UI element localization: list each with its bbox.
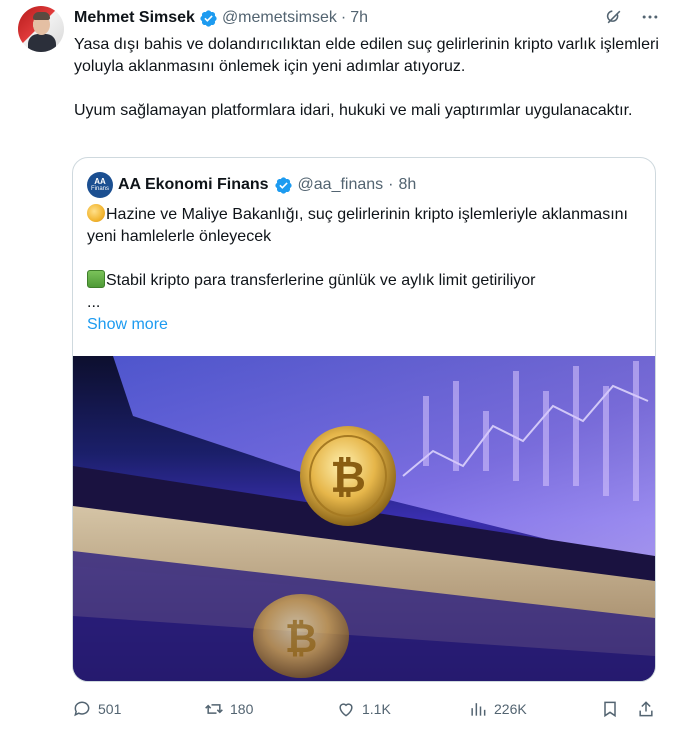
quoted-tweet[interactable]: AA Finans AA Ekonomi Finans @aa_finans ·… <box>72 157 656 682</box>
quoted-timestamp[interactable]: 8h <box>399 176 417 194</box>
tweet-paragraph: Yasa dışı bahis ve dolandırıcılıktan eld… <box>74 36 659 75</box>
tweet[interactable]: Mehmet Simsek @memetsimsek · 7h Yasa dış… <box>0 0 688 729</box>
tweet-header: Mehmet Simsek @memetsimsek · 7h <box>74 7 368 29</box>
reply-icon <box>74 701 90 717</box>
views-icon <box>471 703 486 716</box>
repost-icon <box>205 704 223 714</box>
quoted-author-name[interactable]: AA Ekonomi Finans <box>118 176 269 194</box>
separator-dot: · <box>340 9 347 26</box>
tweet-paragraph: Uyum sağlamayan platformlara idari, huku… <box>74 102 633 119</box>
share-button[interactable] <box>636 697 656 721</box>
bookmark-icon <box>604 701 616 718</box>
svg-text:₿: ₿ <box>330 452 366 503</box>
timestamp[interactable]: 7h <box>350 9 368 27</box>
avatar-logo-text: AA <box>94 177 106 186</box>
like-button[interactable]: 1.1K <box>336 697 391 721</box>
separator-dot: · <box>388 176 394 193</box>
money-emoji-icon <box>87 270 105 288</box>
quoted-ellipsis: ... <box>87 294 101 311</box>
quoted-tweet-text: Hazine ve Maliye Bakanlığı, suç gelirler… <box>87 204 647 314</box>
show-more-link[interactable]: Show more <box>87 316 168 334</box>
avatar[interactable] <box>18 6 64 52</box>
quoted-line-1: Hazine ve Maliye Bakanlığı, suç gelirler… <box>87 206 628 245</box>
author-name[interactable]: Mehmet Simsek <box>74 9 195 27</box>
grok-icon[interactable] <box>604 7 624 27</box>
coin-emoji-icon <box>87 204 105 222</box>
like-icon <box>339 703 353 717</box>
tweet-text: Yasa dışı bahis ve dolandırıcılıktan eld… <box>74 34 664 144</box>
header-actions <box>604 7 660 27</box>
views-count: 226K <box>494 701 527 717</box>
verified-badge-icon <box>200 9 217 27</box>
quoted-media-image[interactable]: ₿ ₿ <box>73 356 655 681</box>
svg-text:₿: ₿ <box>285 616 318 662</box>
tweet-actions: 501 180 1.1K 226K <box>72 697 662 721</box>
repost-button[interactable]: 180 <box>204 697 253 721</box>
more-icon[interactable] <box>640 7 660 27</box>
quoted-tweet-header: AA Finans AA Ekonomi Finans @aa_finans ·… <box>87 172 416 198</box>
author-handle[interactable]: @memetsimsek <box>222 9 337 27</box>
avatar-logo-subtext: Finans <box>90 186 109 192</box>
quoted-avatar[interactable]: AA Finans <box>87 172 113 198</box>
share-icon <box>639 701 653 717</box>
like-count: 1.1K <box>362 701 391 717</box>
quoted-line-2: Stabil kripto para transferlerine günlük… <box>106 272 536 289</box>
reply-button[interactable]: 501 <box>72 697 121 721</box>
bookmark-button[interactable] <box>600 697 620 721</box>
quoted-author-handle[interactable]: @aa_finans <box>298 176 384 194</box>
repost-count: 180 <box>230 701 254 717</box>
views-button[interactable]: 226K <box>468 697 527 721</box>
reply-count: 501 <box>98 701 122 717</box>
verified-badge-icon <box>274 176 292 194</box>
